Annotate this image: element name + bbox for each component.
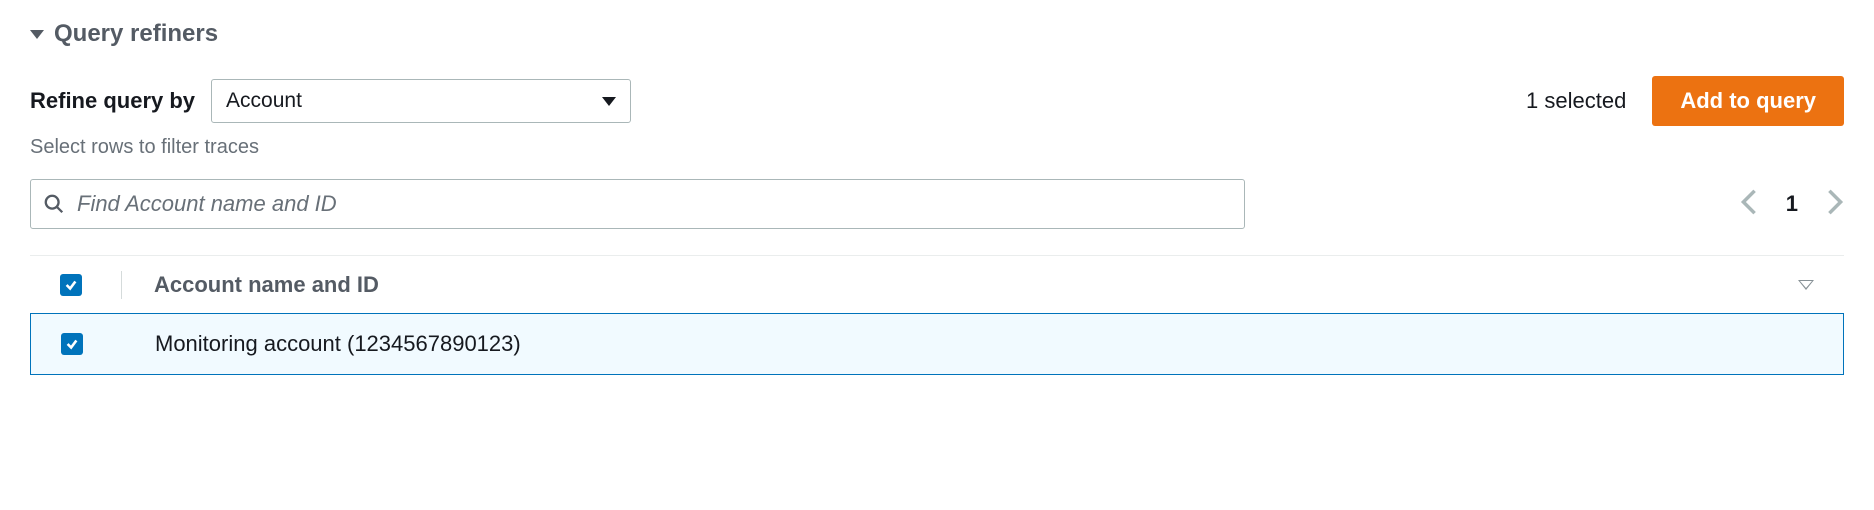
- search-input[interactable]: [77, 191, 1232, 217]
- row-checkbox-cell: [61, 333, 141, 355]
- row-name: Monitoring account (1234567890123): [141, 331, 1813, 357]
- refine-label: Refine query by: [30, 88, 195, 114]
- refine-select-value: Account: [226, 89, 302, 113]
- add-to-query-button[interactable]: Add to query: [1652, 76, 1844, 126]
- column-header-name[interactable]: Account name and ID: [140, 272, 1774, 298]
- select-all-cell: [60, 274, 140, 296]
- table-row[interactable]: Monitoring account (1234567890123): [30, 313, 1844, 375]
- section-header[interactable]: Query refiners: [30, 20, 1844, 48]
- refine-left: Refine query by Account: [30, 79, 631, 123]
- page-next-button[interactable]: [1826, 188, 1844, 221]
- section-title: Query refiners: [54, 20, 218, 48]
- selected-count: 1 selected: [1526, 88, 1626, 114]
- select-all-checkbox[interactable]: [60, 274, 82, 296]
- sort-control[interactable]: [1774, 280, 1814, 290]
- page-number: 1: [1786, 191, 1798, 217]
- search-row: 1: [30, 179, 1844, 229]
- sort-caret-icon: [1798, 280, 1814, 290]
- search-box[interactable]: [30, 179, 1245, 229]
- pagination: 1: [1740, 188, 1844, 221]
- row-checkbox[interactable]: [61, 333, 83, 355]
- refine-row: Refine query by Account 1 selected Add t…: [30, 76, 1844, 126]
- refine-right: 1 selected Add to query: [1526, 76, 1844, 126]
- page-prev-button[interactable]: [1740, 188, 1758, 221]
- refine-select[interactable]: Account: [211, 79, 631, 123]
- search-icon: [43, 193, 65, 215]
- hint-text: Select rows to filter traces: [30, 136, 1844, 159]
- caret-down-icon: [30, 30, 44, 39]
- table-header-row: Account name and ID: [30, 255, 1844, 313]
- accounts-table: Account name and ID Monitoring account (…: [30, 255, 1844, 375]
- chevron-down-icon: [602, 97, 616, 106]
